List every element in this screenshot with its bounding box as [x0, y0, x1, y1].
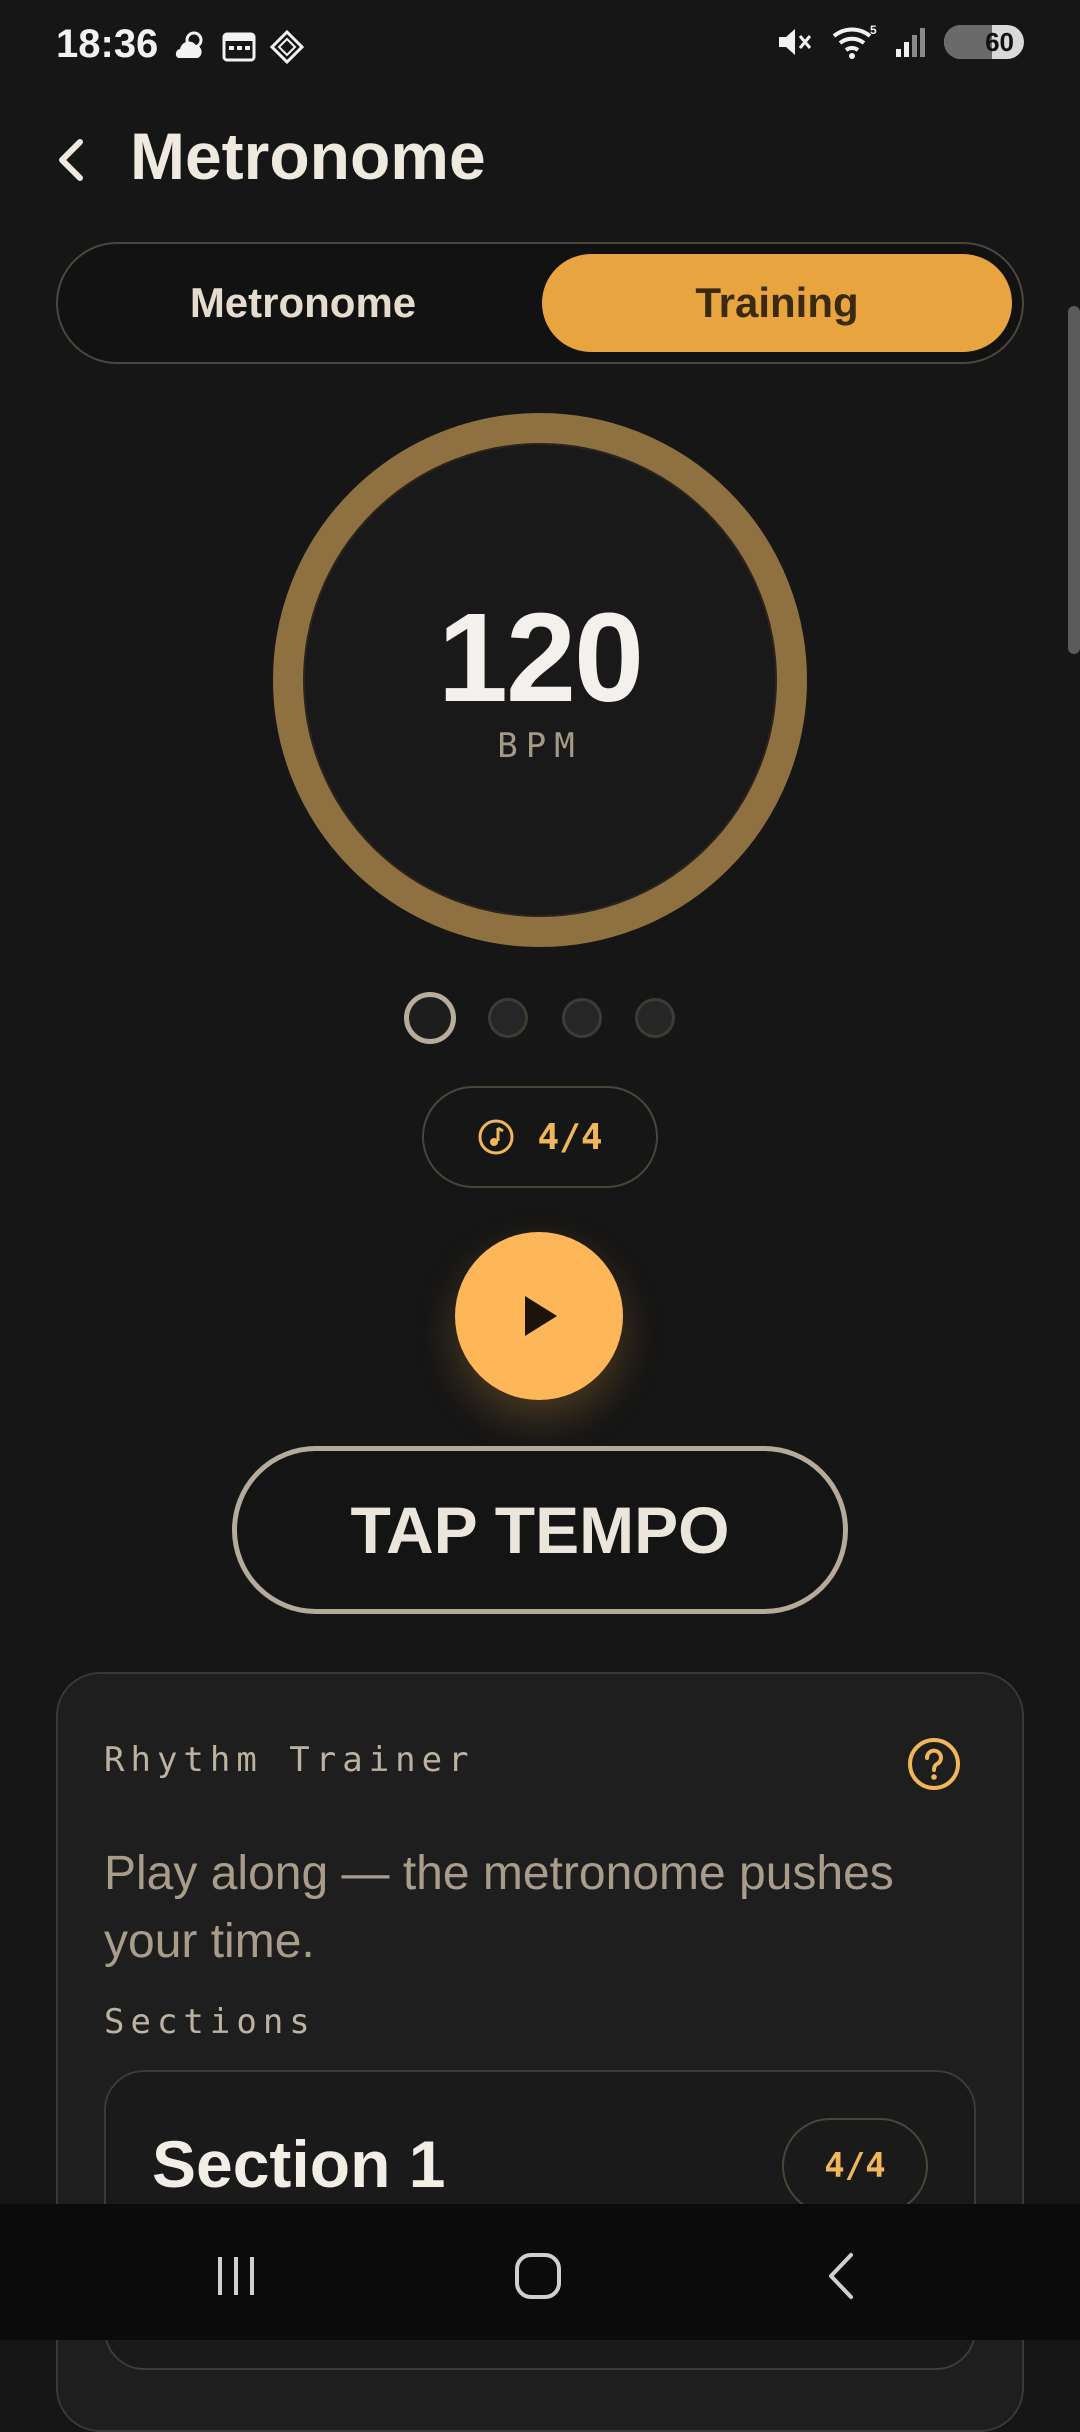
- music-note-icon: [478, 1119, 514, 1155]
- beat-indicator-1[interactable]: [404, 992, 456, 1044]
- card-description: Play along — the metronome pushes your t…: [104, 1847, 894, 1968]
- calendar-icon: [222, 32, 256, 62]
- page-title: Metronome: [130, 119, 486, 193]
- mute-icon: [779, 29, 812, 55]
- beat-indicator-3[interactable]: [562, 998, 602, 1038]
- play-button[interactable]: [455, 1232, 623, 1400]
- status-time: 18:36: [56, 22, 159, 66]
- recent-apps-icon: [218, 2257, 254, 2295]
- svg-text:5: 5: [870, 24, 877, 37]
- bpm-unit: BPM: [497, 726, 583, 766]
- chevron-left-icon: [59, 139, 83, 181]
- play-icon: [525, 1296, 557, 1336]
- signal-icon: [896, 28, 925, 57]
- app-diamond-icon: [270, 30, 304, 64]
- scrollbar[interactable]: [1068, 306, 1080, 654]
- section-name: Section 1: [152, 2127, 446, 2201]
- time-signature-button[interactable]: 4/4: [422, 1086, 658, 1188]
- status-left-icons: [172, 30, 304, 64]
- beat-indicator-2[interactable]: [488, 998, 528, 1038]
- back-button[interactable]: [46, 120, 96, 200]
- card-title: Rhythm Trainer: [104, 1740, 475, 1780]
- tab-training[interactable]: Training: [542, 254, 1012, 352]
- time-signature-label: 4/4: [537, 1116, 603, 1158]
- wifi-icon: 5: [832, 24, 877, 59]
- section-time-signature[interactable]: 4/4: [782, 2118, 928, 2214]
- help-icon: [908, 1738, 960, 1790]
- sections-heading: Sections: [104, 2002, 316, 2042]
- battery-level: 60: [985, 26, 1014, 57]
- mode-toggle: Metronome Training: [56, 242, 1024, 364]
- system-back-button[interactable]: [790, 2236, 890, 2316]
- recent-apps-button[interactable]: [186, 2236, 286, 2316]
- home-icon: [515, 2253, 561, 2299]
- weather-cloud-sun-icon: [175, 31, 203, 58]
- battery-icon: 60: [944, 25, 1024, 59]
- tap-tempo-button[interactable]: TAP TEMPO: [232, 1446, 848, 1614]
- bpm-value: 120: [437, 587, 644, 728]
- tab-metronome[interactable]: Metronome: [68, 254, 538, 352]
- help-button[interactable]: [906, 1736, 962, 1792]
- back-icon: [829, 2253, 853, 2299]
- home-button[interactable]: [488, 2236, 588, 2316]
- beat-indicator-4[interactable]: [635, 998, 675, 1038]
- status-right-icons: 5 60: [776, 24, 1024, 60]
